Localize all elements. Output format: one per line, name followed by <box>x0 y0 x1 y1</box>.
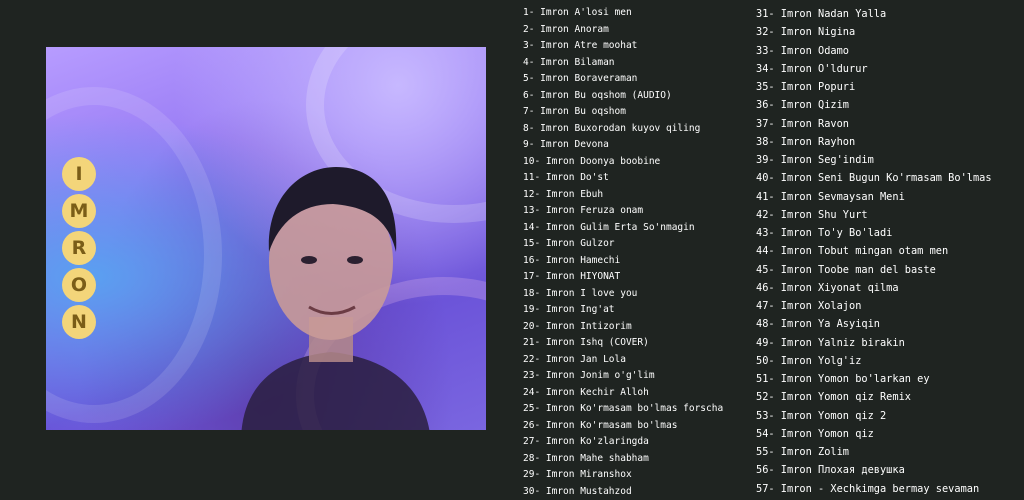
track-item[interactable]: 24- Imron Kechir Alloh <box>523 385 723 402</box>
artist-photo <box>241 167 430 430</box>
track-item[interactable]: 18- Imron I love you <box>523 286 723 303</box>
track-item[interactable]: 53- Imron Yomon qiz 2 <box>756 407 992 425</box>
track-item[interactable]: 42- Imron Shu Yurt <box>756 206 992 224</box>
track-item[interactable]: 6- Imron Bu oqshom (AUDIO) <box>523 88 723 105</box>
track-item[interactable]: 44- Imron Tobut mingan otam men <box>756 242 992 260</box>
track-item[interactable]: 2- Imron Anoram <box>523 22 723 39</box>
track-item[interactable]: 57- Imron - Xechkimga bermay sevaman <box>756 480 992 498</box>
artist-name-badges: I M R O N <box>62 157 96 339</box>
track-item[interactable]: 16- Imron Hamechi <box>523 253 723 270</box>
track-item[interactable]: 14- Imron Gulim Erta So'nmagin <box>523 220 723 237</box>
track-item[interactable]: 10- Imron Doonya boobine <box>523 154 723 171</box>
track-item[interactable]: 37- Imron Ravon <box>756 115 992 133</box>
track-item[interactable]: 38- Imron Rayhon <box>756 133 992 151</box>
track-item[interactable]: 50- Imron Yolg'iz <box>756 352 992 370</box>
track-item[interactable]: 49- Imron Yalniz birakin <box>756 334 992 352</box>
track-item[interactable]: 7- Imron Bu oqshom <box>523 104 723 121</box>
track-item[interactable]: 17- Imron HIYONAT <box>523 269 723 286</box>
track-item[interactable]: 5- Imron Boraveraman <box>523 71 723 88</box>
album-cover: I M R O N <box>46 47 486 430</box>
track-item[interactable]: 30- Imron Mustahzod <box>523 484 723 500</box>
track-item[interactable]: 47- Imron Xolajon <box>756 297 992 315</box>
track-item[interactable]: 25- Imron Ko'rmasam bo'lmas forscha <box>523 401 723 418</box>
track-item[interactable]: 26- Imron Ko'rmasam bo'lmas <box>523 418 723 435</box>
track-item[interactable]: 27- Imron Ko'zlaringda <box>523 434 723 451</box>
track-item[interactable]: 1- Imron A'losi men <box>523 5 723 22</box>
track-item[interactable]: 15- Imron Gulzor <box>523 236 723 253</box>
track-item[interactable]: 43- Imron To'y Bo'ladi <box>756 224 992 242</box>
track-item[interactable]: 12- Imron Ebuh <box>523 187 723 204</box>
track-item[interactable]: 46- Imron Xiyonat qilma <box>756 279 992 297</box>
track-item[interactable]: 32- Imron Nigina <box>756 23 992 41</box>
track-item[interactable]: 41- Imron Sevmaysan Meni <box>756 188 992 206</box>
track-item[interactable]: 45- Imron Toobe man del baste <box>756 261 992 279</box>
track-item[interactable]: 33- Imron Odamo <box>756 42 992 60</box>
track-item[interactable]: 39- Imron Seg'indim <box>756 151 992 169</box>
track-item[interactable]: 13- Imron Feruza onam <box>523 203 723 220</box>
track-item[interactable]: 11- Imron Do'st <box>523 170 723 187</box>
track-list-column-2: 31- Imron Nadan Yalla 32- Imron Nigina 3… <box>756 5 992 498</box>
track-item[interactable]: 4- Imron Bilaman <box>523 55 723 72</box>
name-letter-badge: M <box>62 194 96 228</box>
name-letter-badge: I <box>62 157 96 191</box>
track-item[interactable]: 8- Imron Buxorodan kuyov qiling <box>523 121 723 138</box>
track-item[interactable]: 34- Imron O'ldurur <box>756 60 992 78</box>
track-list-column-1: 1- Imron A'losi men 2- Imron Anoram 3- I… <box>523 5 723 500</box>
track-item[interactable]: 35- Imron Popuri <box>756 78 992 96</box>
name-letter-badge: N <box>62 305 96 339</box>
track-item[interactable]: 48- Imron Ya Asyiqin <box>756 315 992 333</box>
track-item[interactable]: 29- Imron Miranshox <box>523 467 723 484</box>
name-letter-badge: R <box>62 231 96 265</box>
track-item[interactable]: 9- Imron Devona <box>523 137 723 154</box>
track-item[interactable]: 28- Imron Mahe shabham <box>523 451 723 468</box>
track-item[interactable]: 51- Imron Yomon bo'larkan ey <box>756 370 992 388</box>
track-item[interactable]: 55- Imron Zolim <box>756 443 992 461</box>
track-item[interactable]: 20- Imron Intizorim <box>523 319 723 336</box>
track-item[interactable]: 54- Imron Yomon qiz <box>756 425 992 443</box>
name-letter-badge: O <box>62 268 96 302</box>
track-item[interactable]: 19- Imron Ing'at <box>523 302 723 319</box>
track-item[interactable]: 52- Imron Yomon qiz Remix <box>756 388 992 406</box>
track-item[interactable]: 40- Imron Seni Bugun Ko'rmasam Bo'lmas <box>756 169 992 187</box>
track-item[interactable]: 31- Imron Nadan Yalla <box>756 5 992 23</box>
track-item[interactable]: 22- Imron Jan Lola <box>523 352 723 369</box>
track-item[interactable]: 3- Imron Atre moohat <box>523 38 723 55</box>
track-item[interactable]: 21- Imron Ishq (COVER) <box>523 335 723 352</box>
track-item[interactable]: 23- Imron Jonim o'g'lim <box>523 368 723 385</box>
track-item[interactable]: 56- Imron Плохая девушка <box>756 461 992 479</box>
track-item[interactable]: 36- Imron Qizim <box>756 96 992 114</box>
